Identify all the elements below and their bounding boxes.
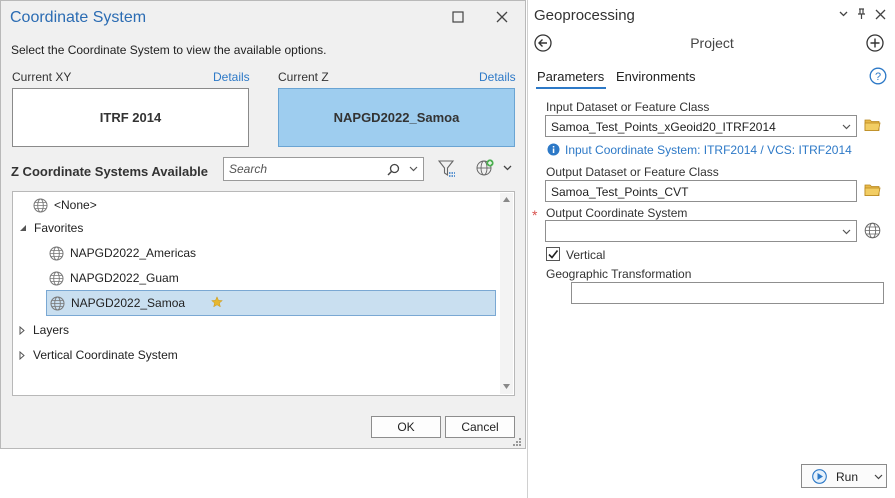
info-icon [547, 143, 560, 156]
current-z-value: NAPGD2022_Samoa [333, 110, 460, 125]
tree-group-label: Favorites [34, 221, 84, 235]
pane-options-chevron-icon[interactable] [839, 11, 848, 17]
dialog-subtitle: Select the Coordinate System to view the… [11, 43, 327, 57]
tab-environments[interactable]: Environments [616, 69, 695, 84]
current-xy-label: Current XY [12, 70, 72, 84]
output-cs-label: Output Coordinate System [546, 206, 688, 220]
tree-scrollbar[interactable] [500, 193, 513, 394]
expanded-triangle-icon[interactable] [19, 224, 27, 232]
search-icon[interactable] [387, 163, 400, 176]
tree-item-favorite[interactable]: NAPGD2022_Guam [49, 267, 179, 289]
help-icon[interactable]: ? [869, 67, 887, 85]
tree-group-layers[interactable]: Layers [19, 319, 69, 341]
svg-text:?: ? [875, 71, 881, 83]
ok-button[interactable]: OK [371, 416, 441, 438]
active-tab-indicator [536, 87, 606, 89]
tree-group-label: Vertical Coordinate System [33, 348, 178, 362]
tree-item-label: NAPGD2022_Samoa [71, 296, 186, 310]
output-cs-field[interactable] [545, 220, 857, 242]
scroll-down-icon[interactable] [503, 384, 510, 389]
tool-name: Project [690, 35, 734, 51]
current-xy-value: ITRF 2014 [99, 110, 162, 125]
filter-icon[interactable] [438, 159, 456, 179]
xy-details-link[interactable]: Details [213, 70, 250, 84]
globe-icon [50, 296, 65, 311]
tree-group-vertical[interactable]: Vertical Coordinate System [19, 344, 178, 366]
geoprocessing-pane: Geoprocessing Project Parameters Environ… [527, 0, 895, 498]
collapsed-triangle-icon[interactable] [19, 350, 25, 360]
globe-icon[interactable] [864, 222, 881, 239]
globe-icon [49, 246, 64, 261]
tree-item-label: NAPGD2022_Guam [70, 271, 179, 285]
tree-item-label: NAPGD2022_Americas [70, 246, 197, 260]
coordinate-system-tree[interactable]: <None> Favorites NAPGD2022_Americas NAPG… [12, 191, 515, 396]
maximize-icon[interactable] [452, 11, 464, 23]
required-marker: * [532, 207, 538, 223]
tree-group-favorites[interactable]: Favorites [19, 217, 83, 239]
input-dataset-value: Samoa_Test_Points_xGeoid20_ITRF2014 [551, 120, 776, 134]
geo-transform-field[interactable] [571, 282, 884, 304]
chevron-down-icon[interactable] [842, 229, 851, 235]
cancel-button[interactable]: Cancel [445, 416, 515, 438]
geo-transform-label: Geographic Transformation [546, 267, 692, 281]
star-icon[interactable] [211, 296, 223, 308]
input-dataset-field[interactable]: Samoa_Test_Points_xGeoid20_ITRF2014 [545, 115, 857, 137]
pin-icon[interactable] [857, 8, 866, 20]
run-button[interactable]: Run [801, 464, 887, 488]
tree-group-label: Layers [33, 323, 70, 337]
globe-icon [33, 198, 48, 213]
output-dataset-label: Output Dataset or Feature Class [546, 165, 719, 179]
run-label: Run [836, 470, 859, 484]
search-box[interactable] [223, 157, 424, 181]
close-icon[interactable] [496, 11, 508, 23]
chevron-down-icon[interactable] [842, 124, 851, 130]
coordinate-system-dialog: Coordinate System Select the Coordinate … [0, 0, 526, 449]
globe-icon [49, 271, 64, 286]
tab-parameters[interactable]: Parameters [537, 69, 604, 84]
chevron-down-icon[interactable] [409, 166, 418, 172]
tree-item-favorite-selected[interactable]: NAPGD2022_Samoa [46, 290, 496, 316]
input-cs-info: Input Coordinate System: ITRF2014 / VCS:… [565, 143, 852, 157]
search-input[interactable] [229, 161, 379, 177]
close-icon[interactable] [875, 9, 886, 20]
input-dataset-label: Input Dataset or Feature Class [546, 100, 710, 114]
resize-grip-icon[interactable] [512, 437, 522, 447]
run-icon [812, 469, 827, 484]
folder-icon[interactable] [864, 183, 881, 197]
current-xy-box[interactable]: ITRF 2014 [12, 88, 249, 147]
chevron-down-icon[interactable] [874, 474, 883, 480]
current-z-label: Current Z [278, 70, 329, 84]
scroll-up-icon[interactable] [503, 197, 510, 202]
output-dataset-field[interactable]: Samoa_Test_Points_CVT [545, 180, 857, 202]
pane-title: Geoprocessing [534, 7, 635, 24]
folder-icon[interactable] [864, 118, 881, 132]
collapsed-triangle-icon[interactable] [19, 325, 25, 335]
tree-item-favorite[interactable]: NAPGD2022_Americas [49, 242, 196, 264]
tree-item-none[interactable]: <None> [33, 194, 97, 216]
vertical-checkbox[interactable] [546, 247, 560, 261]
dialog-title: Coordinate System [10, 9, 147, 26]
add-globe-icon[interactable] [475, 159, 495, 177]
z-systems-heading: Z Coordinate Systems Available [11, 164, 208, 179]
vertical-label: Vertical [566, 248, 606, 262]
add-menu-chevron-icon[interactable] [503, 165, 512, 171]
output-dataset-value: Samoa_Test_Points_CVT [551, 185, 689, 199]
add-icon[interactable] [866, 34, 884, 52]
tree-item-label: <None> [54, 198, 97, 212]
z-details-link[interactable]: Details [479, 70, 516, 84]
current-z-box[interactable]: NAPGD2022_Samoa [278, 88, 515, 147]
